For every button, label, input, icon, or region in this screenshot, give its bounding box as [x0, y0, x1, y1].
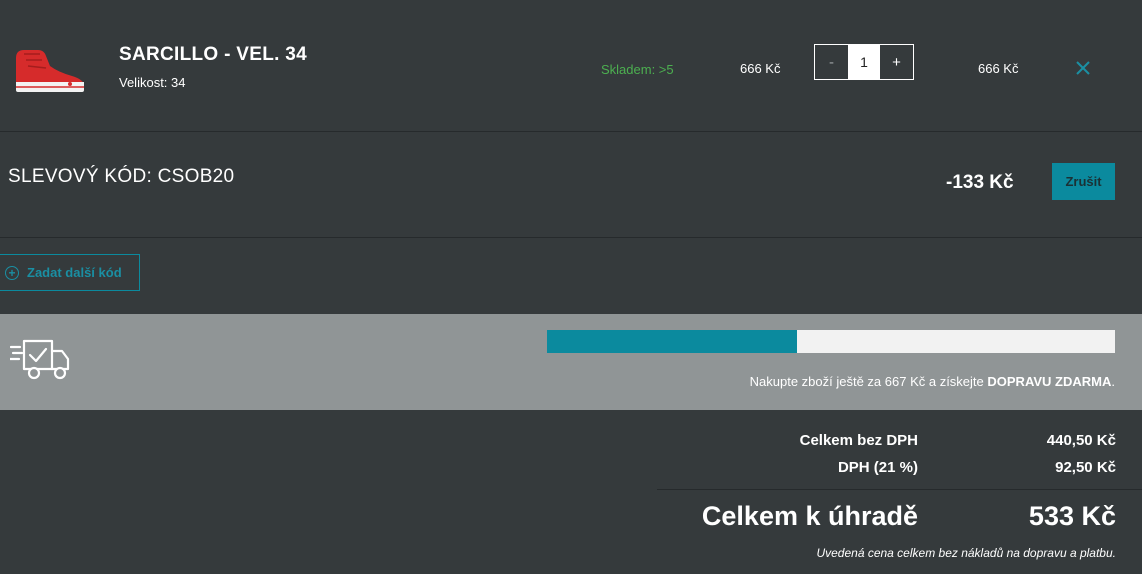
- delivery-truck-icon: [10, 339, 70, 380]
- vat-label: DPH (21 %): [837, 459, 918, 476]
- free-shipping-message: Nakupte zboží ještě za 667 Kč a získejte…: [600, 374, 1115, 389]
- decrease-quantity-button[interactable]: -: [815, 45, 848, 79]
- increase-quantity-button[interactable]: +: [880, 45, 913, 79]
- cart-item-row: [0, 0, 1142, 132]
- line-total-price: 666 Kč: [978, 61, 1019, 76]
- add-code-label: Zadat další kód: [27, 265, 122, 280]
- progress-fill: [547, 330, 797, 353]
- total-without-vat-label: Celkem bez DPH: [799, 432, 918, 449]
- stock-status: Skladem: >5: [601, 62, 674, 77]
- price-note: Uvedená cena celkem bez nákladů na dopra…: [816, 546, 1116, 560]
- close-icon: [1076, 61, 1090, 75]
- add-another-code-button[interactable]: + Zadat další kód: [0, 254, 140, 291]
- quantity-input[interactable]: [848, 45, 880, 79]
- shipping-text-bold: DOPRAVU ZDARMA: [987, 374, 1112, 389]
- plus-circle-icon: +: [5, 265, 19, 280]
- free-shipping-banner: [0, 314, 1142, 410]
- product-name[interactable]: SARCILLO - VEL. 34: [119, 44, 307, 66]
- unit-price: 666 Kč: [740, 61, 781, 76]
- discount-amount: -133 Kč: [946, 172, 1014, 193]
- shipping-text-suffix: .: [1111, 374, 1115, 389]
- discount-code-label: SLEVOVÝ KÓD: CSOB20: [8, 166, 235, 187]
- remove-item-button[interactable]: [1074, 58, 1092, 78]
- quantity-stepper: - +: [814, 44, 914, 80]
- free-shipping-progress-bar: [547, 330, 1115, 353]
- product-size: Velikost: 34: [119, 75, 186, 90]
- grand-total-label: Celkem k úhradě: [701, 501, 918, 531]
- product-image[interactable]: [10, 42, 88, 94]
- total-without-vat-value: 440,50 Kč: [1046, 432, 1116, 449]
- shipping-text-prefix: Nakupte zboží ještě za 667 Kč a získejte: [749, 374, 988, 389]
- grand-total-value: 533 Kč: [1028, 501, 1116, 531]
- vat-value: 92,50 Kč: [1055, 459, 1116, 476]
- cancel-discount-button[interactable]: Zrušit: [1052, 163, 1115, 200]
- totals-divider: [657, 489, 1142, 490]
